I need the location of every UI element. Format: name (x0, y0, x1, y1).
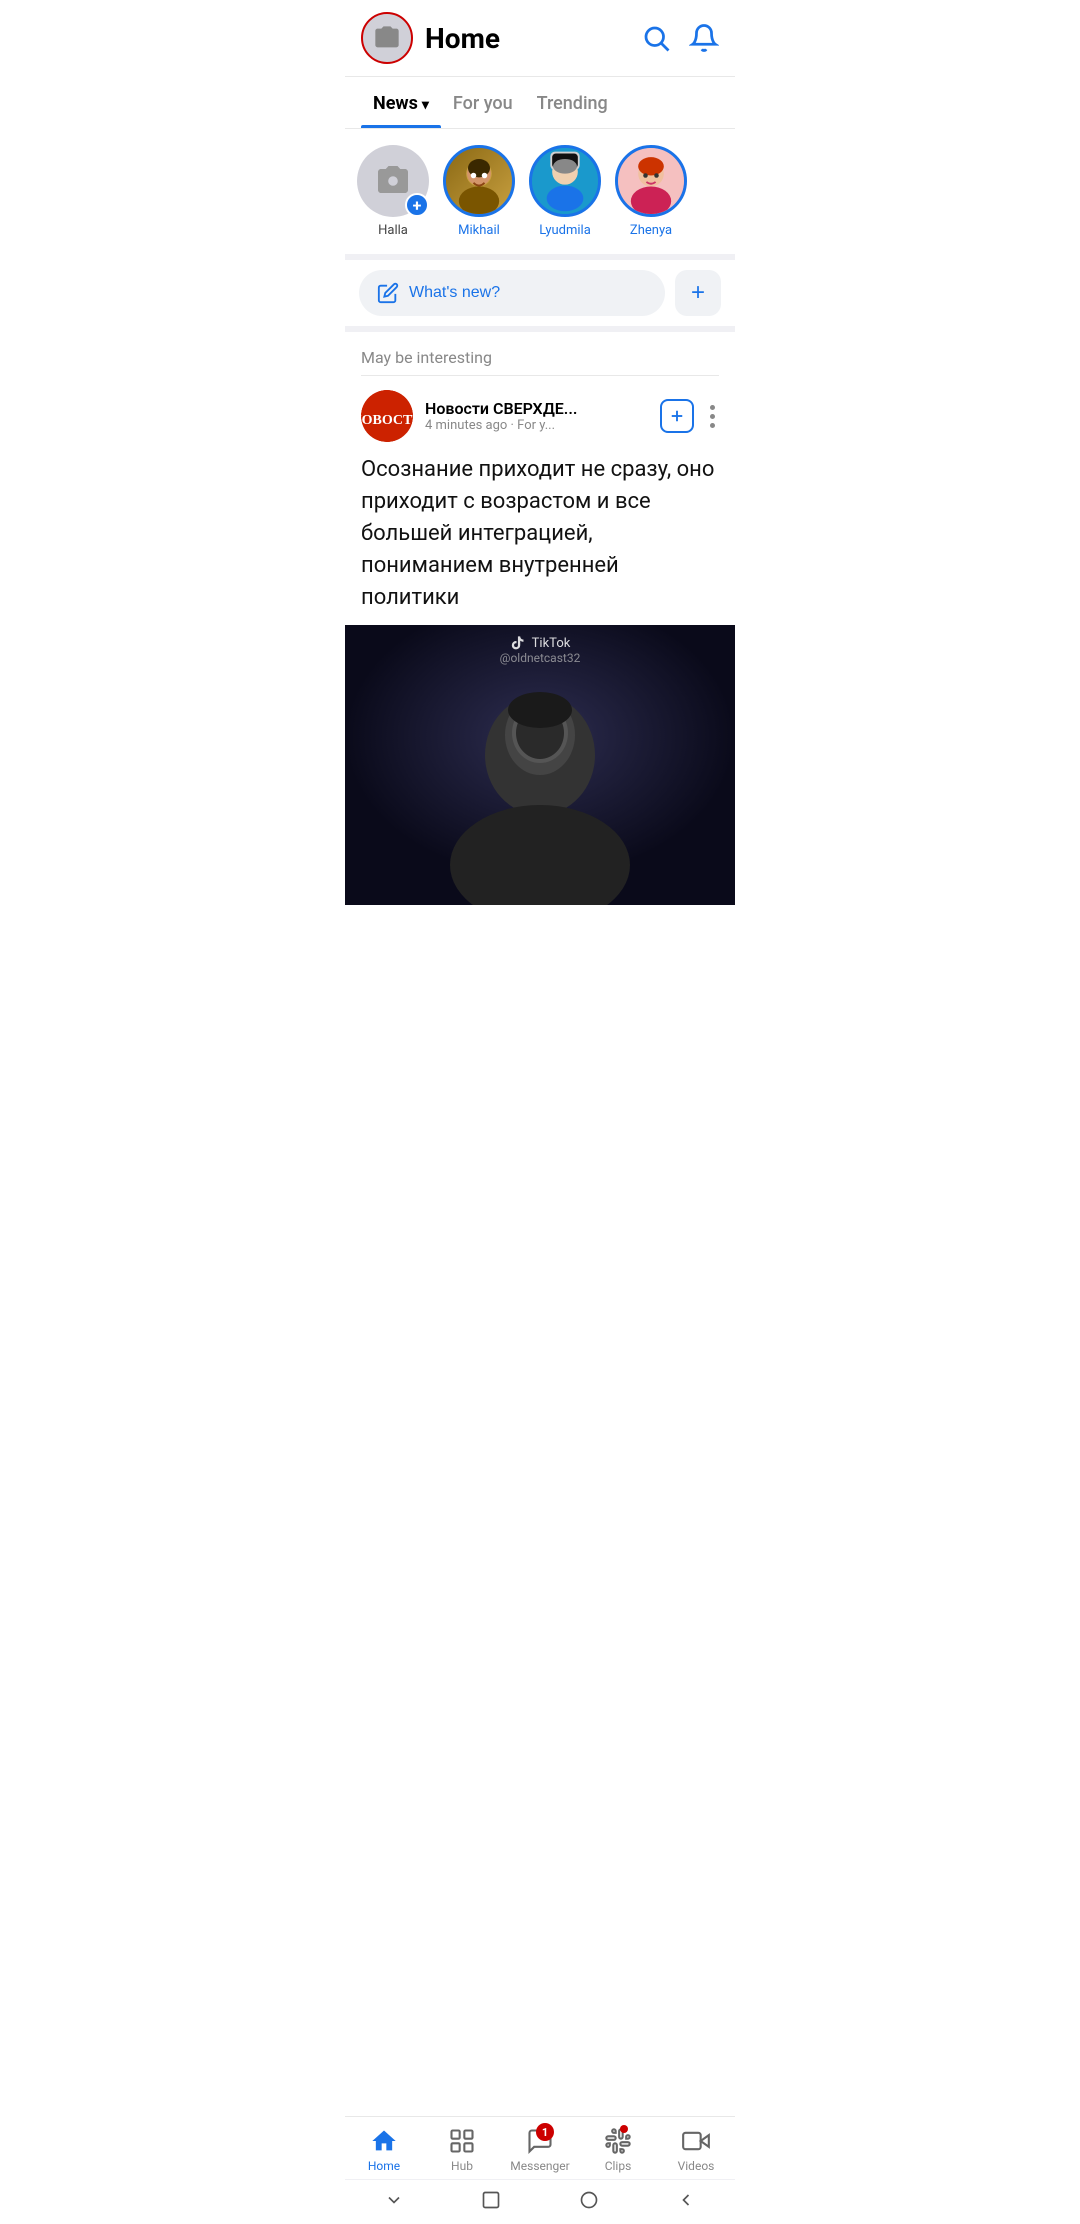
camera-icon (375, 163, 411, 199)
story-name-zhenya: Zhenya (630, 223, 672, 238)
section-label: May be interesting (345, 332, 735, 375)
home-button[interactable] (477, 2186, 505, 2214)
story-name-lyudmila: Lyudmila (539, 223, 591, 238)
tiktok-icon (510, 635, 526, 651)
camera-icon (373, 24, 401, 52)
nav-messenger-label: Messenger (510, 2159, 569, 2173)
story-image-zhenya (618, 145, 684, 217)
username-watermark: @oldnetcast32 (500, 651, 581, 665)
tab-news[interactable]: News▾ (361, 77, 441, 128)
post-card: 1 Новости СВЕРХДЕ... 4 minutes ago · For… (345, 376, 735, 905)
clips-icon (604, 2127, 632, 2155)
chevron-down-icon (384, 2190, 404, 2210)
nav-clips[interactable]: Clips (579, 2117, 657, 2179)
home-icon (370, 2127, 398, 2155)
app-header: Home (345, 0, 735, 77)
tab-for-you[interactable]: For you (441, 77, 525, 128)
post-author-info: Новости СВЕРХДЕ... 4 minutes ago · For y… (425, 399, 648, 433)
system-navigation-bar (345, 2179, 735, 2224)
story-lyudmila[interactable]: Lyudmila (529, 145, 601, 238)
plus-icon (668, 407, 686, 425)
nav-videos[interactable]: Videos (657, 2117, 735, 2179)
tab-arrow: ▾ (422, 97, 429, 113)
video-background: TikTok @oldnetcast32 (345, 625, 735, 905)
video-scene (345, 625, 735, 905)
triangle-back-icon (676, 2190, 696, 2210)
nav-messenger[interactable]: 1 Messenger (501, 2117, 579, 2179)
whats-new-button[interactable]: What's new? (359, 270, 665, 316)
story-name-mikhail: Mikhail (458, 223, 500, 238)
svg-text:1: 1 (398, 424, 404, 435)
dot (710, 405, 715, 410)
post-header: 1 Новости СВЕРХДЕ... 4 minutes ago · For… (345, 376, 735, 450)
nav-home[interactable]: Home (345, 2117, 423, 2179)
tabs-bar: News▾ For you Trending (345, 77, 735, 129)
story-avatar-mikhail (443, 145, 515, 217)
post-author-name: Новости СВЕРХДЕ... (425, 399, 648, 418)
square-icon (481, 2190, 501, 2210)
post-text: Осознание приходит не сразу, оно приходи… (345, 450, 735, 625)
post-actions (660, 399, 719, 433)
post-meta: 4 minutes ago · For y... (425, 418, 648, 433)
story-zhenya[interactable]: Zhenya (615, 145, 687, 238)
circle-icon (579, 2190, 599, 2210)
story-self[interactable]: + Halla (357, 145, 429, 238)
story-image-lyudmila (532, 145, 598, 217)
story-add-button[interactable]: + (405, 193, 429, 217)
whats-new-label: What's new? (409, 284, 500, 302)
back-gesture[interactable] (672, 2186, 700, 2214)
nav-home-label: Home (368, 2159, 400, 2173)
videos-icon (682, 2127, 710, 2155)
nav-clips-label: Clips (605, 2159, 632, 2173)
story-image-mikhail (446, 145, 512, 217)
messenger-badge: 1 (536, 2123, 554, 2141)
tiktok-watermark: TikTok (510, 635, 571, 651)
nav-videos-label: Videos (678, 2159, 715, 2173)
nav-items: Home Hub 1 Messenger (345, 2117, 735, 2179)
story-name-halla: Halla (378, 223, 408, 238)
recents-button[interactable] (575, 2186, 603, 2214)
story-mikhail[interactable]: Mikhail (443, 145, 515, 238)
tab-trending[interactable]: Trending (525, 77, 620, 128)
page-title: Home (425, 22, 641, 55)
hub-icon (448, 2127, 476, 2155)
back-button[interactable] (380, 2186, 408, 2214)
header-actions (641, 23, 719, 53)
tiktok-text: TikTok (532, 636, 571, 651)
nav-hub-label: Hub (451, 2159, 473, 2173)
search-icon[interactable] (641, 23, 671, 53)
nav-hub[interactable]: Hub (423, 2117, 501, 2179)
user-avatar[interactable] (361, 12, 413, 64)
edit-icon (377, 282, 399, 304)
bottom-navigation: Home Hub 1 Messenger (345, 2116, 735, 2224)
dot (710, 414, 715, 419)
story-avatar-lyudmila (529, 145, 601, 217)
story-avatar-zhenya (615, 145, 687, 217)
post-video-thumbnail[interactable]: TikTok @oldnetcast32 (345, 625, 735, 905)
post-add-button[interactable]: + (675, 270, 721, 316)
post-creation-bar: What's new? + (345, 260, 735, 332)
stories-row: + Halla Mikhail (345, 129, 735, 260)
notification-icon[interactable] (689, 23, 719, 53)
clips-dot (620, 2125, 628, 2133)
news-logo: 1 (361, 390, 413, 442)
post-author-avatar[interactable]: 1 (361, 390, 413, 442)
dot (710, 423, 715, 428)
follow-button[interactable] (660, 399, 694, 433)
more-options-button[interactable] (706, 401, 719, 432)
